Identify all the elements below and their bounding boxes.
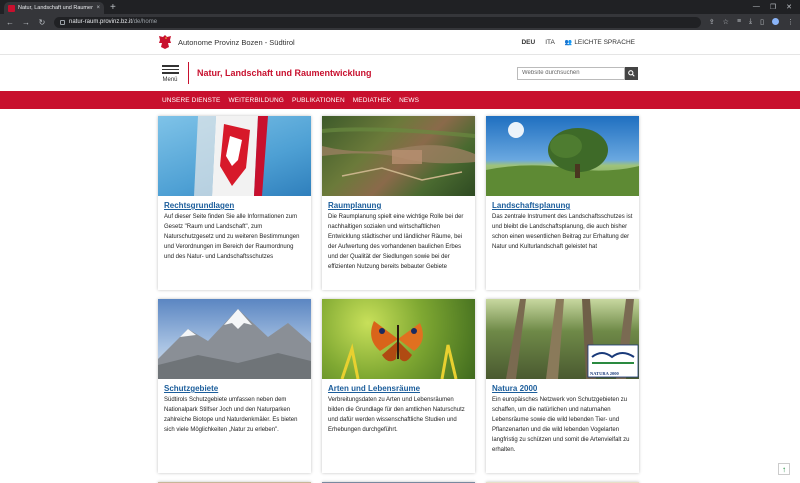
card-raumplanung[interactable]: Raumplanung Die Raumplanung spielt eine … [322, 116, 475, 290]
site-title[interactable]: Natur, Landschaft und Raumentwicklung [197, 68, 372, 78]
card-image-butterfly [322, 299, 475, 379]
card-text: Ein europäisches Netzwerk von Schutzgebi… [492, 397, 630, 453]
arrow-up-icon: ↑ [782, 464, 786, 474]
main-nav: UNSERE DIENSTE WEITERBILDUNG PUBLIKATION… [0, 91, 800, 109]
card-image-tree [486, 116, 639, 196]
browser-tabbar: Natur, Landschaft und Raumentw... × + — … [0, 0, 800, 14]
tyrol-eagle-icon[interactable] [158, 34, 172, 50]
card-grid: Rechtsgrundlagen Auf dieser Seite finden… [158, 116, 639, 483]
card-rechtsgrundlagen[interactable]: Rechtsgrundlagen Auf dieser Seite finden… [158, 116, 311, 290]
card-text: Südtirols Schutzgebiete umfassen neben d… [164, 397, 298, 433]
card-title[interactable]: Arten und Lebensräume [328, 384, 469, 393]
menu-button[interactable]: Menü [160, 63, 180, 83]
card-title[interactable]: Raumplanung [328, 201, 469, 210]
card-schutzgebiete[interactable]: Schutzgebiete Südtirols Schutzgebiete um… [158, 299, 311, 473]
card-text: Die Raumplanung spielt eine wichtige Rol… [328, 214, 464, 270]
nav-mediathek[interactable]: MEDIATHEK [353, 97, 391, 104]
card-title[interactable]: Landschaftsplanung [492, 201, 633, 210]
card-image-mountains [158, 299, 311, 379]
easy-language-label: LEICHTE SPRACHE [574, 38, 635, 46]
new-tab-button[interactable]: + [110, 2, 116, 14]
card-image-flag [158, 116, 311, 196]
nav-news[interactable]: NEWS [399, 97, 419, 104]
flag-image [194, 116, 268, 196]
tab-close-icon[interactable]: × [96, 5, 100, 11]
card-title[interactable]: Rechtsgrundlagen [164, 201, 305, 210]
scroll-to-top-button[interactable]: ↑ [778, 463, 790, 475]
browser-tab[interactable]: Natur, Landschaft und Raumentw... × [4, 2, 104, 14]
easy-language-link[interactable]: 👥 LEICHTE SPRACHE [565, 39, 635, 46]
download-icon[interactable]: ⤓ [749, 18, 752, 26]
site-header: Menü Natur, Landschaft und Raumentwicklu… [0, 55, 800, 91]
address-bar[interactable]: natur-raum.provinz.bz.it/de/home [54, 16, 701, 28]
search-form [517, 66, 638, 80]
card-text: Auf dieser Seite finden Sie alle Informa… [164, 214, 300, 260]
lang-de[interactable]: DEU [521, 39, 535, 46]
search-input[interactable] [517, 66, 625, 80]
card-title[interactable]: Natura 2000 [492, 384, 633, 393]
back-icon[interactable]: ← [6, 18, 14, 27]
nav-publikationen[interactable]: PUBLIKATIONEN [292, 97, 345, 104]
tab-title: Natur, Landschaft und Raumentw... [18, 5, 94, 11]
card-image-forest: NATURA 2000 [486, 299, 639, 379]
tree-image [486, 122, 639, 196]
lock-icon [60, 19, 65, 25]
maximize-icon[interactable]: ❐ [770, 3, 776, 11]
province-name[interactable]: Autonome Provinz Bozen - Südtirol [178, 38, 295, 47]
header-divider [188, 62, 189, 84]
nav-weiterbildung[interactable]: WEITERBILDUNG [228, 97, 283, 104]
reading-list-icon[interactable]: ≡ [737, 18, 741, 26]
bookmark-star-icon[interactable]: ☆ [723, 18, 729, 26]
reload-icon[interactable]: ↻ [38, 18, 46, 27]
butterfly-image [340, 321, 458, 379]
url-path: /de/home [132, 19, 158, 25]
language-switcher: DEU ITA 👥 LEICHTE SPRACHE [521, 39, 635, 46]
search-button[interactable] [625, 66, 638, 80]
close-window-icon[interactable]: ✕ [786, 3, 792, 11]
card-landschaftsplanung[interactable]: Landschaftsplanung Das zentrale Instrume… [486, 116, 639, 290]
site-topbar: Autonome Provinz Bozen - Südtirol DEU IT… [0, 30, 800, 55]
card-arten-und-lebensraeume[interactable]: Arten und Lebensräume Verbreitungsdaten … [322, 299, 475, 473]
card-text: Verbreitungsdaten zu Arten und Lebensräu… [328, 397, 465, 433]
aerial-map-image [322, 127, 475, 181]
card-natura-2000[interactable]: NATURA 2000 Natura 2000 Ein europäisches… [486, 299, 639, 473]
side-panel-icon[interactable]: ▯ [760, 18, 764, 26]
forest-image [506, 299, 639, 379]
card-title[interactable]: Schutzgebiete [164, 384, 305, 393]
menu-label: Menü [162, 76, 178, 83]
share-icon[interactable]: ⇪ [709, 18, 715, 26]
search-icon [628, 69, 635, 77]
forward-icon[interactable]: → [22, 18, 30, 27]
lang-it[interactable]: ITA [545, 39, 555, 46]
minimize-icon[interactable]: — [753, 3, 760, 11]
browser-menu-icon[interactable]: ⋮ [787, 18, 794, 26]
favicon-icon [8, 4, 15, 12]
natura-2000-logo-text: NATURA 2000 [590, 371, 619, 376]
hamburger-icon [161, 63, 179, 76]
card-image-aerial [322, 116, 475, 196]
browser-toolbar: ← → ↻ natur-raum.provinz.bz.it/de/home ⇪… [0, 14, 800, 30]
people-icon: 👥 [564, 39, 573, 46]
profile-avatar[interactable] [772, 18, 779, 25]
url-host: natur-raum.provinz.bz.it [69, 19, 133, 25]
card-text: Das zentrale Instrument des Landschaftss… [492, 214, 633, 250]
mountain-image [158, 309, 311, 379]
nav-unsere-dienste[interactable]: UNSERE DIENSTE [162, 97, 220, 104]
url-text: natur-raum.provinz.bz.it/de/home [69, 19, 157, 25]
